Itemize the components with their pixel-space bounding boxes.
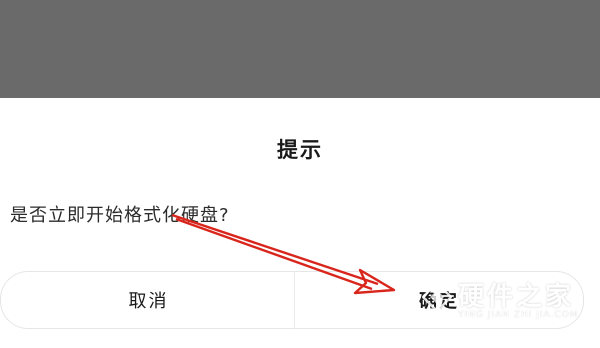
cancel-button-label: 取消 (128, 291, 169, 312)
confirm-button-label: 确定 (419, 291, 459, 312)
cancel-button[interactable]: 取消 (0, 271, 296, 329)
prompt-dialog: 提示 是否立即开始格式化硬盘? 取消 确定 (0, 98, 600, 348)
button-divider (294, 271, 295, 329)
dialog-button-row: 取消 确定 (0, 271, 600, 331)
dialog-title: 提示 (277, 138, 323, 162)
dialog-message: 是否立即开始格式化硬盘? (10, 205, 230, 226)
dim-backdrop (0, 0, 600, 98)
confirm-button[interactable]: 确定 (294, 271, 584, 329)
